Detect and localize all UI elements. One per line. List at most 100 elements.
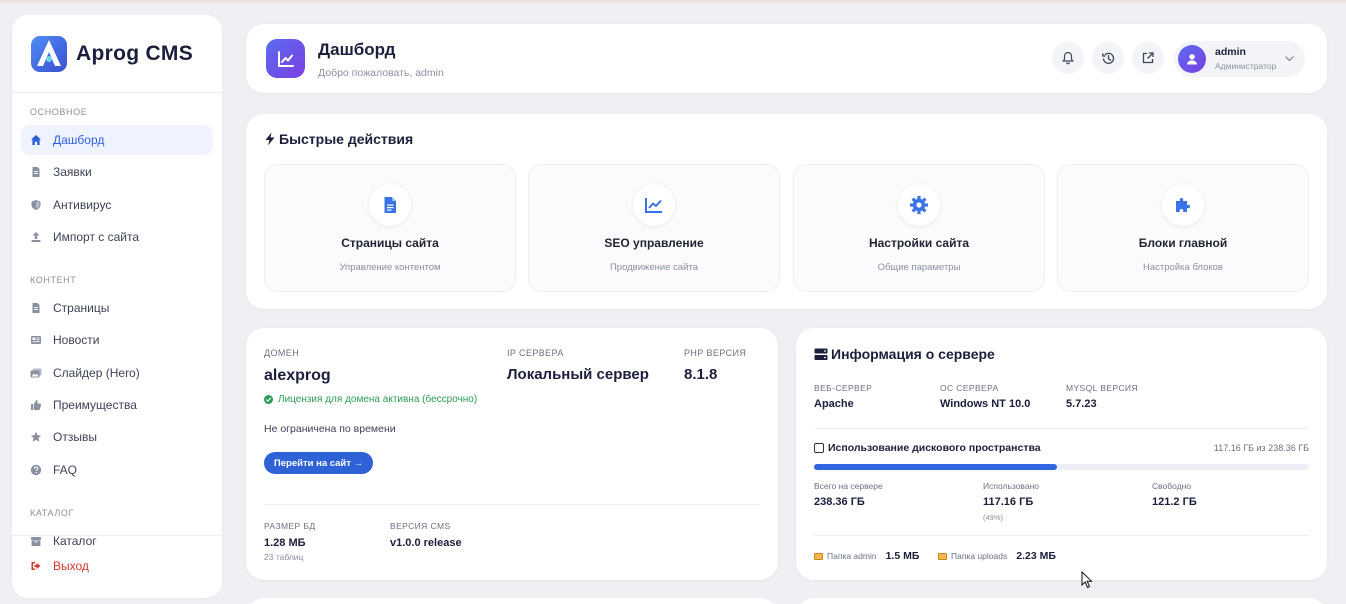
quick-action-subtitle: Управление контентом <box>339 262 441 273</box>
shield-icon <box>31 199 41 210</box>
question-icon <box>30 464 42 475</box>
file-icon <box>369 184 411 226</box>
mysql-label: MYSQL ВЕРСИЯ <box>1066 383 1138 393</box>
total-value: 238.36 ГБ <box>814 496 865 508</box>
cms-version-label: ВЕРСИЯ CMS <box>390 521 451 531</box>
window-top-border <box>0 0 1346 3</box>
document-icon <box>32 167 40 178</box>
sidebar-item-dashboard[interactable]: Дашборд <box>21 125 213 155</box>
quick-action-title: Блоки главной <box>1138 236 1228 250</box>
free-label: Свободно <box>1152 481 1192 491</box>
sidebar: Aprog CMS ОСНОВНОЕ Дашборд Заявки Антиви… <box>12 15 222 598</box>
sidebar-item-advantages[interactable]: Преимущества <box>21 390 213 420</box>
go-to-site-button[interactable]: Перейти на сайт → <box>264 452 373 474</box>
uploads-folder-value: 2.23 МБ <box>1016 550 1056 562</box>
page-header: Дашборд Добро пожаловать, admin admin Ад… <box>246 24 1327 93</box>
domain-label: ДОМЕН <box>264 348 300 358</box>
sidebar-item-slider[interactable]: Слайдер (Hero) <box>21 358 213 388</box>
images-icon <box>30 368 42 378</box>
sidebar-item-pages[interactable]: Страницы <box>21 293 213 323</box>
quick-action-blocks[interactable]: Блоки главной Настройка блоков <box>1057 164 1309 292</box>
brand-logo-icon <box>31 35 67 72</box>
dashboard-chart-icon <box>266 39 305 78</box>
quick-actions-panel: Быстрые действия Страницы сайта Управлен… <box>246 114 1327 309</box>
uploads-folder-label: Папка uploads <box>951 551 1008 561</box>
disk-usage-bar-fill <box>814 464 1057 470</box>
disk-usage-bar <box>814 464 1309 470</box>
domain-value: alexprog <box>264 367 331 384</box>
sidebar-item-label: Преимущества <box>53 398 137 413</box>
sidebar-item-label: Антивирус <box>53 197 112 212</box>
history-button[interactable] <box>1092 42 1124 74</box>
admin-folder-size: Папка admin 1.5 МБ <box>814 550 919 562</box>
sidebar-item-label: Слайдер (Hero) <box>53 365 140 380</box>
quick-action-settings[interactable]: Настройки сайта Общие параметры <box>793 164 1045 292</box>
user-menu[interactable]: admin Администратор <box>1174 41 1305 77</box>
cms-version-value: v1.0.0 release <box>390 537 462 549</box>
quick-action-subtitle: Настройка блоков <box>1143 262 1223 273</box>
sidebar-item-label: Импорт с сайта <box>53 229 140 244</box>
thumbs-up-icon <box>31 400 42 411</box>
quick-action-pages[interactable]: Страницы сайта Управление контентом <box>264 164 516 292</box>
license-text: Лицензия для домена активна (бессрочно) <box>278 394 478 405</box>
logout-button[interactable]: Выход <box>21 551 213 581</box>
notifications-button[interactable] <box>1052 42 1084 74</box>
next-panel-left <box>246 598 778 604</box>
avatar <box>1178 45 1206 73</box>
sidebar-item-label: Дашборд <box>53 133 105 147</box>
server-info-title: Информация о сервере <box>814 346 995 362</box>
used-percent: (49%) <box>983 513 1004 522</box>
document-icon <box>32 303 40 314</box>
gear-icon <box>898 184 940 226</box>
sidebar-item-label: Новости <box>53 333 100 348</box>
divider <box>814 535 1309 536</box>
db-size-value: 1.28 МБ <box>264 537 306 549</box>
brand-name: Aprog CMS <box>76 41 194 65</box>
sidebar-item-faq[interactable]: FAQ <box>21 455 213 485</box>
divider <box>814 428 1309 429</box>
bell-icon <box>1062 51 1074 65</box>
sidebar-item-antivirus[interactable]: Антивирус <box>21 190 213 220</box>
license-status: Лицензия для домена активна (бессрочно) <box>264 394 477 405</box>
home-icon <box>31 135 41 145</box>
ip-value: Локальный сервер <box>507 366 649 383</box>
section-title-main: ОСНОВНОЕ <box>30 107 88 117</box>
free-value: 121.2 ГБ <box>1152 496 1197 508</box>
sidebar-item-label: Заявки <box>53 165 92 180</box>
quick-actions-title-text: Быстрые действия <box>279 131 414 147</box>
upload-icon <box>31 231 41 242</box>
divider <box>264 504 760 505</box>
sidebar-item-reviews[interactable]: Отзывы <box>21 422 213 452</box>
web-server-label: ВЕБ-СЕРВЕР <box>814 383 873 393</box>
logout-icon <box>31 561 41 570</box>
mouse-cursor-icon <box>1081 571 1093 589</box>
page-title: Дашборд <box>318 40 396 59</box>
license-note: Не ограничена по времени <box>264 423 396 435</box>
os-label: ОС СЕРВЕРА <box>940 383 999 393</box>
sidebar-item-import[interactable]: Импорт с сайта <box>21 222 213 252</box>
admin-folder-value: 1.5 МБ <box>885 550 920 562</box>
quick-action-title: Страницы сайта <box>341 236 439 250</box>
web-server-value: Apache <box>814 398 854 410</box>
sidebar-item-news[interactable]: Новости <box>21 325 213 355</box>
quick-action-title: Настройки сайта <box>868 236 970 250</box>
logout-area: Выход <box>12 535 222 598</box>
quick-action-seo[interactable]: SEO управление Продвижение сайта <box>528 164 780 292</box>
brand[interactable]: Aprog CMS <box>12 15 222 93</box>
chart-line-icon <box>633 184 675 226</box>
page-subtitle: Добро пожаловать, admin <box>318 67 444 79</box>
open-site-button[interactable] <box>1132 42 1164 74</box>
db-size-label: РАЗМЕР БД <box>264 521 316 531</box>
mysql-value: 5.7.23 <box>1066 398 1097 410</box>
sidebar-item-requests[interactable]: Заявки <box>21 157 213 187</box>
folder-icon <box>814 552 823 560</box>
used-value: 117.16 ГБ <box>983 496 1034 508</box>
newspaper-icon <box>31 336 41 345</box>
os-value: Windows NT 10.0 <box>940 398 1031 410</box>
quick-action-title: SEO управление <box>604 236 704 250</box>
quick-action-subtitle: Общие параметры <box>877 262 961 273</box>
ip-label: IP СЕРВЕРА <box>507 348 564 358</box>
php-value: 8.1.8 <box>684 366 718 383</box>
star-icon <box>30 432 42 443</box>
sidebar-item-label: Отзывы <box>53 430 97 445</box>
